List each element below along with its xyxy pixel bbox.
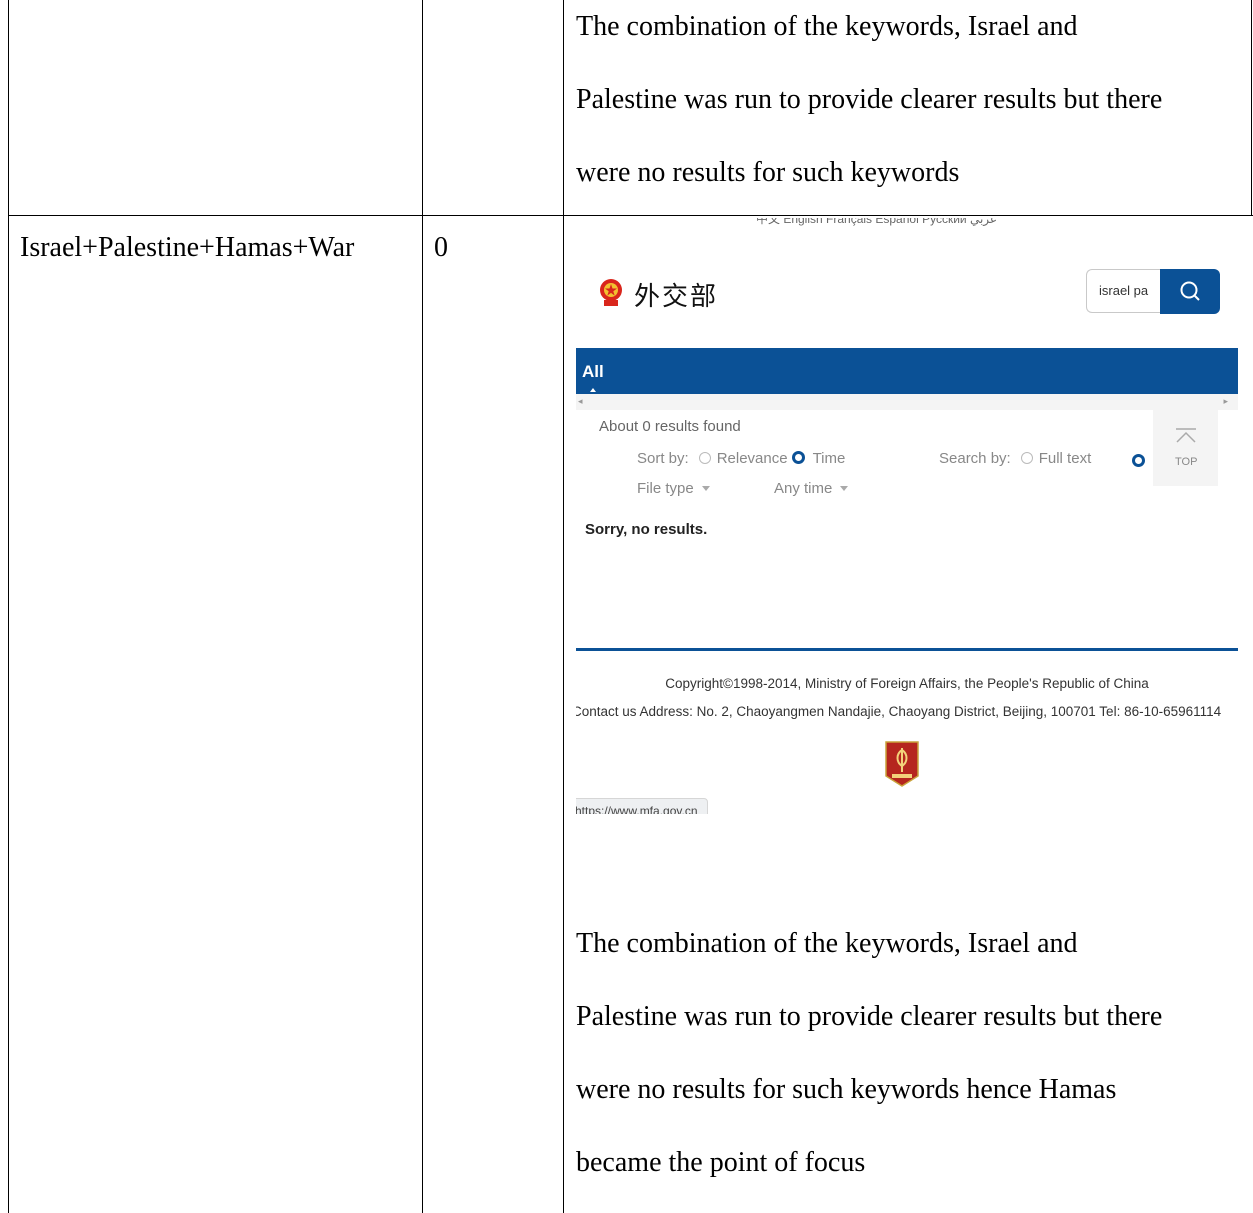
table-border-col1 — [422, 0, 423, 1213]
sort-relevance-label[interactable]: Relevance — [717, 450, 788, 467]
no-results-message: Sorry, no results. — [585, 521, 708, 538]
search-icon — [1180, 281, 1200, 301]
dropdown-arrow-icon — [701, 486, 710, 491]
search-title-radio[interactable] — [1132, 454, 1145, 467]
time-range-dropdown[interactable]: Any time — [774, 480, 849, 497]
sort-time-radio[interactable] — [791, 451, 805, 464]
table-border-left — [8, 0, 9, 1213]
search-button[interactable] — [1160, 269, 1220, 314]
sort-relevance-radio[interactable] — [698, 452, 711, 464]
dropdown-arrow-icon — [840, 486, 849, 491]
scroll-left-icon[interactable]: ◂ — [578, 396, 583, 407]
time-range-label: Any time — [774, 480, 833, 497]
horizontal-scrollbar[interactable]: ◂ ▸ — [576, 394, 1238, 410]
language-bar[interactable]: 中文 English Français Español Русский عربي — [756, 218, 997, 227]
embedded-screenshot: 中文 English Français Español Русский عربي… — [576, 218, 1238, 814]
tab-all[interactable]: All — [582, 362, 604, 382]
back-to-top-label: TOP — [1175, 456, 1198, 468]
footer-contact: Contact us Address: No. 2, Chaoyangmen N… — [576, 704, 1222, 719]
search-input[interactable]: israel pa — [1086, 269, 1160, 313]
sort-time-label[interactable]: Time — [813, 450, 846, 467]
comment-cell: The combination of the keywords, Israel … — [576, 0, 1240, 209]
search-fulltext-label[interactable]: Full text — [1039, 450, 1092, 467]
table-row-divider — [8, 215, 1253, 216]
table-border-right — [1251, 0, 1252, 216]
count-cell: 0 — [434, 232, 448, 263]
sort-options: Sort by: Relevance Time — [637, 450, 845, 467]
ministry-logo[interactable]: 外交部 — [634, 276, 718, 313]
arrow-up-icon — [1176, 428, 1196, 443]
national-emblem-icon — [600, 279, 622, 306]
keyword-cell: Israel+Palestine+Hamas+War — [20, 232, 355, 263]
search-by-options: Search by: Full text — [939, 450, 1091, 467]
government-site-badge-icon[interactable] — [884, 740, 920, 788]
category-nav: All — [576, 348, 1238, 394]
footer-divider — [576, 648, 1238, 651]
table-border-col2 — [563, 0, 564, 1213]
file-type-dropdown[interactable]: File type — [637, 480, 710, 497]
sort-label: Sort by: — [637, 450, 689, 467]
scroll-right-icon[interactable]: ▸ — [1223, 396, 1228, 407]
status-url-tooltip: https://www.mfa.gov.cn — [576, 798, 708, 814]
results-count: About 0 results found — [599, 418, 741, 435]
comment-line: were no results for such keywords — [576, 157, 960, 188]
footer-copyright: Copyright©1998-2014, Ministry of Foreign… — [665, 676, 1149, 691]
comment-line: Palestine was run to provide clearer res… — [576, 84, 1163, 115]
file-type-label: File type — [637, 480, 694, 497]
comment-line: were no results for such keywords hence … — [576, 1074, 1117, 1105]
back-to-top-button[interactable]: TOP — [1153, 410, 1218, 486]
comment-line: Palestine was run to provide clearer res… — [576, 1001, 1163, 1032]
results-table: The combination of the keywords, Israel … — [0, 0, 1253, 1213]
search-fulltext-radio[interactable] — [1020, 452, 1033, 464]
comment-line: The combination of the keywords, Israel … — [576, 928, 1078, 959]
comment-line: The combination of the keywords, Israel … — [576, 11, 1078, 42]
comment-cell: The combination of the keywords, Israel … — [576, 907, 1240, 1199]
active-tab-caret-icon — [590, 388, 596, 392]
comment-line: became the point of focus — [576, 1147, 866, 1178]
search-by-label: Search by: — [939, 450, 1011, 467]
